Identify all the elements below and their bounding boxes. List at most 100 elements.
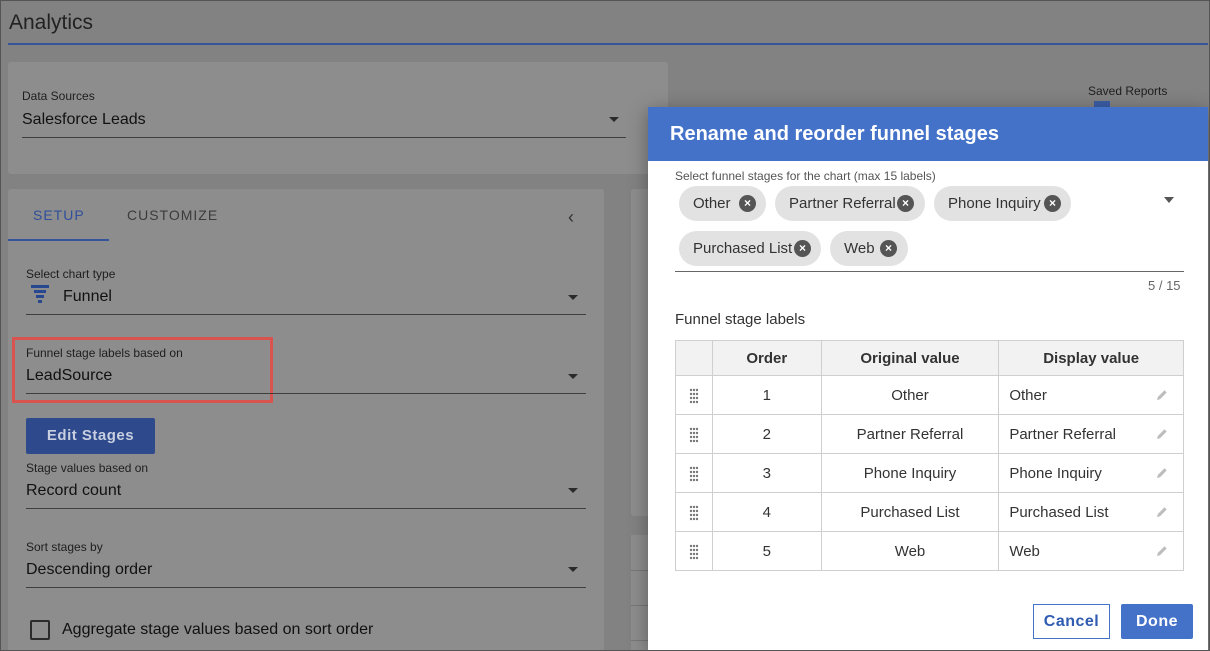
display-value-text: Web: [1009, 542, 1040, 560]
drag-handle[interactable]: [675, 492, 713, 532]
order-cell: 5: [711, 531, 822, 571]
chart-type-underline: [26, 314, 586, 315]
stage-values-label: Stage values based on: [26, 461, 149, 475]
edit-stages-button[interactable]: Edit Stages: [26, 418, 155, 454]
display-value-cell[interactable]: Web: [998, 531, 1184, 571]
drag-handle[interactable]: [675, 453, 713, 493]
pencil-icon[interactable]: [1155, 427, 1169, 441]
tab-indicator: [8, 239, 109, 241]
stages-dropdown-caret-icon[interactable]: [1164, 197, 1174, 203]
original-value-cell: Partner Referral: [820, 414, 1000, 454]
stage-labels-caret-icon[interactable]: [568, 374, 578, 379]
drag-handle[interactable]: [675, 414, 713, 454]
original-value-cell: Phone Inquiry: [820, 453, 1000, 493]
chart-type-caret-icon[interactable]: [568, 295, 578, 300]
chip-label: Purchased List: [693, 240, 793, 257]
display-value-text: Phone Inquiry: [1009, 464, 1102, 482]
table-header-row: Order Original value Display value: [675, 340, 1184, 376]
pencil-icon[interactable]: [1155, 505, 1169, 519]
tab-setup[interactable]: SETUP: [33, 207, 85, 223]
stage-labels-label: Funnel stage labels based on: [26, 346, 183, 360]
sort-caret-icon[interactable]: [568, 567, 578, 572]
chart-type-select[interactable]: Funnel: [63, 288, 112, 306]
pencil-icon[interactable]: [1155, 544, 1169, 558]
data-sources-label: Data Sources: [22, 89, 95, 103]
remove-chip-icon[interactable]: ×: [794, 240, 811, 257]
chart-type-label: Select chart type: [26, 267, 116, 281]
collapse-chevron-icon[interactable]: ‹: [568, 207, 574, 228]
data-sources-select[interactable]: Salesforce Leads: [22, 111, 146, 129]
order-cell: 3: [711, 453, 822, 493]
drag-handle-icon[interactable]: [688, 388, 700, 404]
column-header-display: Display value: [998, 340, 1184, 376]
drag-handle[interactable]: [675, 375, 713, 415]
stage-values-underline: [26, 508, 586, 509]
stage-counter: 5 / 15: [1148, 278, 1181, 293]
funnel-stage-labels-heading: Funnel stage labels: [675, 311, 806, 328]
drag-column-header: [675, 340, 713, 376]
original-value-cell: Other: [820, 375, 1000, 415]
header-divider: [8, 43, 1208, 45]
chip-web[interactable]: Web ×: [830, 231, 908, 266]
chip-phone-inquiry[interactable]: Phone Inquiry ×: [934, 186, 1071, 221]
drag-handle[interactable]: [675, 531, 713, 571]
remove-chip-icon[interactable]: ×: [897, 195, 914, 212]
stage-labels-underline: [26, 393, 586, 394]
cancel-button[interactable]: Cancel: [1033, 604, 1110, 639]
modal-header: Rename and reorder funnel stages: [648, 107, 1208, 161]
drag-handle-icon[interactable]: [688, 505, 700, 521]
chip-label: Phone Inquiry: [948, 195, 1041, 212]
funnel-stages-select-label: Select funnel stages for the chart (max …: [675, 169, 936, 183]
remove-chip-icon[interactable]: ×: [1044, 195, 1061, 212]
drag-handle-icon[interactable]: [688, 466, 700, 482]
table-row: 4 Purchased List Purchased List: [675, 492, 1184, 532]
chip-label: Web: [844, 240, 875, 257]
chip-purchased-list[interactable]: Purchased List ×: [679, 231, 821, 266]
order-cell: 2: [711, 414, 822, 454]
order-cell: 4: [711, 492, 822, 532]
display-value-text: Other: [1009, 386, 1047, 404]
pencil-icon[interactable]: [1155, 388, 1169, 402]
table-row: 2 Partner Referral Partner Referral: [675, 414, 1184, 454]
display-value-cell[interactable]: Other: [998, 375, 1184, 415]
remove-chip-icon[interactable]: ×: [880, 240, 897, 257]
table-row: 1 Other Other: [675, 375, 1184, 415]
page-title: Analytics: [9, 11, 94, 34]
done-button[interactable]: Done: [1121, 604, 1193, 639]
stage-labels-select[interactable]: LeadSource: [26, 367, 112, 385]
saved-reports-label: Saved Reports: [1088, 84, 1168, 98]
display-value-cell[interactable]: Phone Inquiry: [998, 453, 1184, 493]
aggregate-checkbox[interactable]: [30, 620, 50, 640]
chip-partner-referral[interactable]: Partner Referral ×: [775, 186, 925, 221]
display-value-text: Partner Referral: [1009, 425, 1117, 443]
stage-values-caret-icon[interactable]: [568, 488, 578, 493]
order-cell: 1: [711, 375, 822, 415]
display-value-cell[interactable]: Partner Referral: [998, 414, 1184, 454]
pencil-icon[interactable]: [1155, 466, 1169, 480]
chips-underline: [675, 271, 1184, 272]
chip-label: Other: [693, 195, 731, 212]
stage-values-select[interactable]: Record count: [26, 482, 121, 500]
column-header-order: Order: [711, 340, 822, 376]
original-value-cell: Purchased List: [820, 492, 1000, 532]
remove-chip-icon[interactable]: ×: [739, 195, 756, 212]
sort-select[interactable]: Descending order: [26, 561, 152, 579]
drag-handle-icon[interactable]: [688, 544, 700, 560]
sort-label: Sort stages by: [26, 540, 103, 554]
drag-handle-icon[interactable]: [688, 427, 700, 443]
funnel-icon: [31, 285, 49, 303]
chip-label: Partner Referral: [789, 195, 896, 212]
rename-stages-modal: Rename and reorder funnel stages Select …: [648, 107, 1208, 651]
data-sources-underline: [22, 137, 626, 138]
data-sources-caret-icon[interactable]: [609, 117, 619, 122]
sort-underline: [26, 587, 586, 588]
display-value-text: Purchased List: [1009, 503, 1109, 521]
table-row: 5 Web Web: [675, 531, 1184, 571]
table-row: 3 Phone Inquiry Phone Inquiry: [675, 453, 1184, 493]
display-value-cell[interactable]: Purchased List: [998, 492, 1184, 532]
tab-customize[interactable]: CUSTOMIZE: [127, 207, 218, 223]
column-header-original: Original value: [820, 340, 1000, 376]
chip-other[interactable]: Other ×: [679, 186, 766, 221]
app-header: Analytics: [0, 0, 1210, 46]
stages-table: Order Original value Display value 1 Oth…: [675, 340, 1184, 571]
